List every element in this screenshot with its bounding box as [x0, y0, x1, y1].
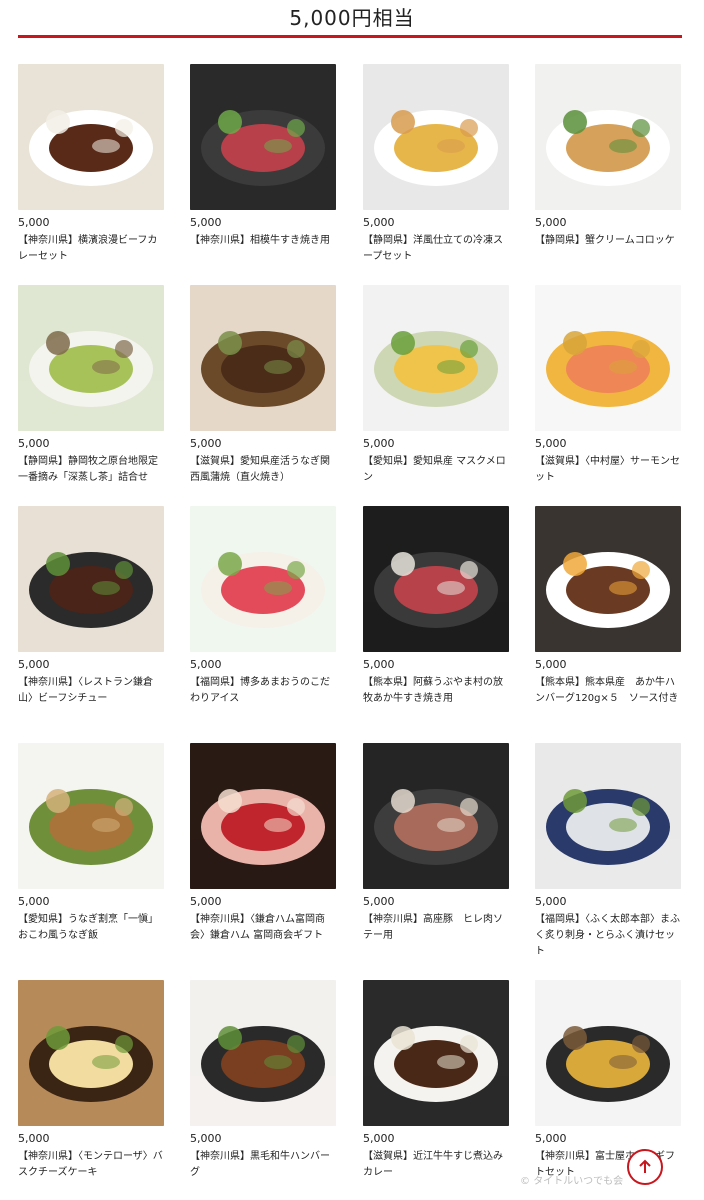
product-card[interactable]: 5,000 【愛知県】うなぎ割烹「一愼」おこわ風うなぎ飯	[18, 743, 164, 943]
product-price: 5,000	[535, 437, 567, 450]
product-price: 5,000	[190, 658, 222, 671]
product-name[interactable]: 【滋賀県】〈中村屋〉サーモンセット	[535, 454, 681, 486]
product-name[interactable]: 【神奈川県】相模牛すき焼き用	[190, 233, 336, 249]
product-price: 5,000	[363, 216, 395, 229]
product-card[interactable]: 5,000 【神奈川県】相模牛すき焼き用	[190, 64, 336, 264]
product-price: 5,000	[190, 1132, 222, 1145]
product-name[interactable]: 【愛知県】愛知県産 マスクメロン	[363, 454, 509, 486]
copyright-icon: ©	[520, 1176, 530, 1187]
product-name[interactable]: 【愛知県】うなぎ割烹「一愼」おこわ風うなぎ飯	[18, 912, 164, 944]
product-name[interactable]: 【滋賀県】近江牛牛すじ煮込みカレー	[363, 1149, 509, 1181]
product-name[interactable]: 【神奈川県】〈鎌倉ハム富岡商会〉鎌倉ハム 富岡商会ギフト	[190, 912, 336, 944]
product-price: 5,000	[535, 895, 567, 908]
product-card[interactable]: 5,000 【滋賀県】〈中村屋〉サーモンセット	[535, 285, 681, 485]
product-price: 5,000	[190, 437, 222, 450]
product-image[interactable]	[363, 743, 509, 889]
product-name[interactable]: 【福岡県】博多あまおうのこだわりアイス	[190, 675, 336, 707]
product-name[interactable]: 【神奈川県】黒毛和牛ハンバーグ	[190, 1149, 336, 1181]
product-name[interactable]: 【神奈川県】横濱浪漫ビーフカレーセット	[18, 233, 164, 265]
product-image[interactable]	[18, 506, 164, 652]
product-name[interactable]: 【熊本県】熊本県産 あか牛ハンバーグ120g×５ ソース付き	[535, 675, 681, 707]
product-price: 5,000	[363, 658, 395, 671]
product-card[interactable]: 5,000 【静岡県】蟹クリームコロッケ	[535, 64, 681, 264]
page-header: 5,000円相当	[0, 0, 704, 40]
product-image[interactable]	[190, 285, 336, 431]
page-title: 5,000円相当	[289, 6, 415, 30]
product-card[interactable]: 5,000 【神奈川県】横濱浪漫ビーフカレーセット	[18, 64, 164, 264]
product-card[interactable]: 5,000 【静岡県】洋風仕立ての冷凍スープセット	[363, 64, 509, 264]
product-card[interactable]: 5,000 【熊本県】阿蘇うぶやま村の放牧あか牛すき焼き用	[363, 506, 509, 706]
product-card[interactable]: 5,000 【福岡県】〈ふく太郎本部〉まふく炙り刺身・とらふく漬けセット	[535, 743, 681, 957]
product-name[interactable]: 【静岡県】洋風仕立ての冷凍スープセット	[363, 233, 509, 265]
product-image[interactable]	[535, 64, 681, 210]
arrow-up-icon	[639, 1159, 651, 1173]
product-image[interactable]	[363, 285, 509, 431]
product-image[interactable]	[18, 64, 164, 210]
product-price: 5,000	[363, 1132, 395, 1145]
product-card[interactable]: 5,000 【神奈川県】〈レストラン鎌倉山〉ビーフシチュー	[18, 506, 164, 706]
product-card[interactable]: 5,000 【熊本県】熊本県産 あか牛ハンバーグ120g×５ ソース付き	[535, 506, 681, 706]
product-image[interactable]	[18, 980, 164, 1126]
product-price: 5,000	[535, 658, 567, 671]
product-card[interactable]: 5,000 【愛知県】愛知県産 マスクメロン	[363, 285, 509, 485]
watermark-label: タイトルいつでも会	[533, 1176, 624, 1187]
product-price: 5,000	[363, 895, 395, 908]
product-name[interactable]: 【神奈川県】高座豚 ヒレ肉ソテー用	[363, 912, 509, 944]
product-name[interactable]: 【熊本県】阿蘇うぶやま村の放牧あか牛すき焼き用	[363, 675, 509, 707]
product-image[interactable]	[18, 743, 164, 889]
product-image[interactable]	[535, 980, 681, 1126]
product-card[interactable]: 5,000 【福岡県】博多あまおうのこだわりアイス	[190, 506, 336, 706]
product-image[interactable]	[535, 743, 681, 889]
product-card[interactable]: 5,000 【神奈川県】黒毛和牛ハンバーグ	[190, 980, 336, 1180]
product-image[interactable]	[535, 285, 681, 431]
title-divider	[18, 35, 682, 38]
product-price: 5,000	[18, 658, 50, 671]
product-name[interactable]: 【静岡県】蟹クリームコロッケ	[535, 233, 681, 249]
product-name[interactable]: 【福岡県】〈ふく太郎本部〉まふく炙り刺身・とらふく漬けセット	[535, 912, 681, 960]
product-card[interactable]: 5,000 【神奈川県】〈鎌倉ハム富岡商会〉鎌倉ハム 富岡商会ギフト	[190, 743, 336, 943]
product-card[interactable]: 5,000 【滋賀県】近江牛牛すじ煮込みカレー	[363, 980, 509, 1180]
product-card[interactable]: 5,000 【滋賀県】愛知県産活うなぎ関西風蒲焼（直火焼き）	[190, 285, 336, 485]
product-price: 5,000	[535, 1132, 567, 1145]
product-price: 5,000	[18, 1132, 50, 1145]
product-image[interactable]	[18, 285, 164, 431]
product-card[interactable]: 5,000 【神奈川県】高座豚 ヒレ肉ソテー用	[363, 743, 509, 943]
product-price: 5,000	[18, 895, 50, 908]
product-price: 5,000	[18, 216, 50, 229]
product-price: 5,000	[190, 895, 222, 908]
product-image[interactable]	[535, 506, 681, 652]
product-price: 5,000	[18, 437, 50, 450]
product-image[interactable]	[363, 980, 509, 1126]
product-price: 5,000	[363, 437, 395, 450]
product-name[interactable]: 【神奈川県】〈レストラン鎌倉山〉ビーフシチュー	[18, 675, 164, 707]
product-name[interactable]: 【滋賀県】愛知県産活うなぎ関西風蒲焼（直火焼き）	[190, 454, 336, 486]
product-card[interactable]: 5,000 【神奈川県】〈モンテローザ〉バスクチーズケーキ	[18, 980, 164, 1180]
product-image[interactable]	[363, 64, 509, 210]
product-image[interactable]	[190, 506, 336, 652]
product-card[interactable]: 5,000 【神奈川県】富士屋ホテルギフトセット	[535, 980, 681, 1180]
product-card[interactable]: 5,000 【静岡県】静岡牧之原台地限定一番摘み「深蒸し茶」詰合せ	[18, 285, 164, 485]
scroll-to-top-button[interactable]	[627, 1149, 663, 1185]
product-name[interactable]: 【神奈川県】〈モンテローザ〉バスクチーズケーキ	[18, 1149, 164, 1181]
product-price: 5,000	[535, 216, 567, 229]
product-price: 5,000	[190, 216, 222, 229]
watermark-text: © タイトルいつでも会	[520, 1172, 623, 1187]
product-image[interactable]	[190, 980, 336, 1126]
product-image[interactable]	[363, 506, 509, 652]
product-name[interactable]: 【静岡県】静岡牧之原台地限定一番摘み「深蒸し茶」詰合せ	[18, 454, 164, 486]
product-image[interactable]	[190, 743, 336, 889]
product-image[interactable]	[190, 64, 336, 210]
